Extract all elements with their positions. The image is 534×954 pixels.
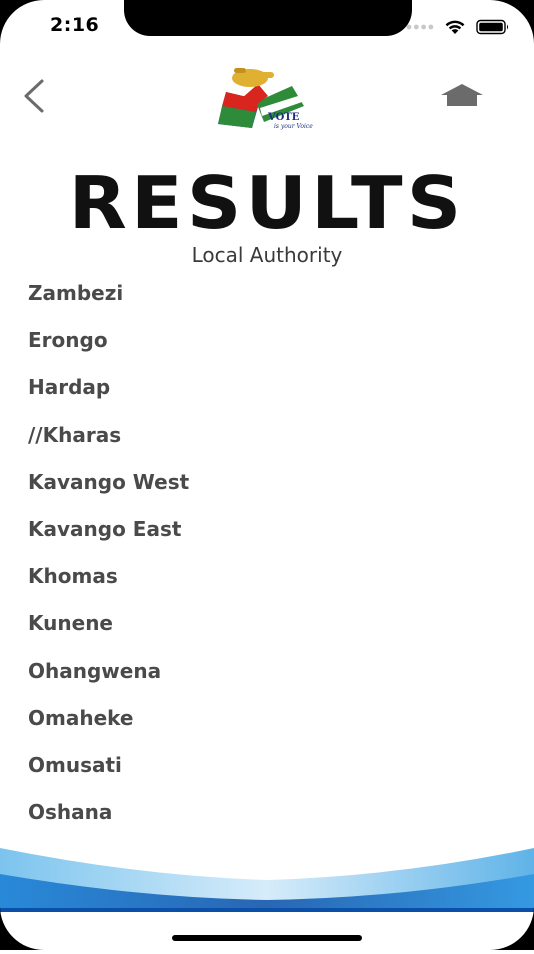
region-item-omusati[interactable]: Omusati <box>28 742 508 789</box>
wave-decoration <box>0 848 534 950</box>
region-item-omaheke[interactable]: Omaheke <box>28 695 508 742</box>
ballot-logo-graphic: VOTE is your Voice <box>218 68 313 130</box>
signal-dots-icon <box>406 24 434 30</box>
footer-wave <box>0 840 534 950</box>
back-button[interactable] <box>18 76 54 116</box>
region-item-erongo[interactable]: Erongo <box>28 317 508 364</box>
region-item-oshana[interactable]: Oshana <box>28 789 508 836</box>
region-item-ohangwena[interactable]: Ohangwena <box>28 648 508 695</box>
region-item-kavango-east[interactable]: Kavango East <box>28 506 508 553</box>
page-title: RESULTS <box>68 161 466 245</box>
status-bar: 2:16 <box>0 0 534 56</box>
home-roof-icon <box>441 84 483 106</box>
region-list: Zambezi Erongo Hardap //Kharas Kavango W… <box>28 270 508 836</box>
region-item-zambezi[interactable]: Zambezi <box>28 270 508 317</box>
logo-word: VOTE <box>267 112 300 123</box>
home-button[interactable] <box>440 82 484 110</box>
battery-icon <box>476 19 508 35</box>
page-subtitle: Local Authority <box>191 243 343 267</box>
region-item-khomas[interactable]: Khomas <box>28 553 508 600</box>
region-item-hardap[interactable]: Hardap <box>28 364 508 411</box>
home-indicator[interactable] <box>172 935 362 941</box>
status-time: 2:16 <box>50 14 100 36</box>
region-item-kavango-west[interactable]: Kavango West <box>28 459 508 506</box>
vote-logo: VOTE is your Voice <box>212 62 324 130</box>
chevron-left-icon <box>24 79 44 113</box>
region-item-kunene[interactable]: Kunene <box>28 600 508 647</box>
region-item-kharas[interactable]: //Kharas <box>28 412 508 459</box>
logo-tagline: is your Voice <box>274 123 313 130</box>
device-notch <box>124 0 412 36</box>
status-icons <box>406 17 510 37</box>
wifi-icon <box>445 20 465 34</box>
